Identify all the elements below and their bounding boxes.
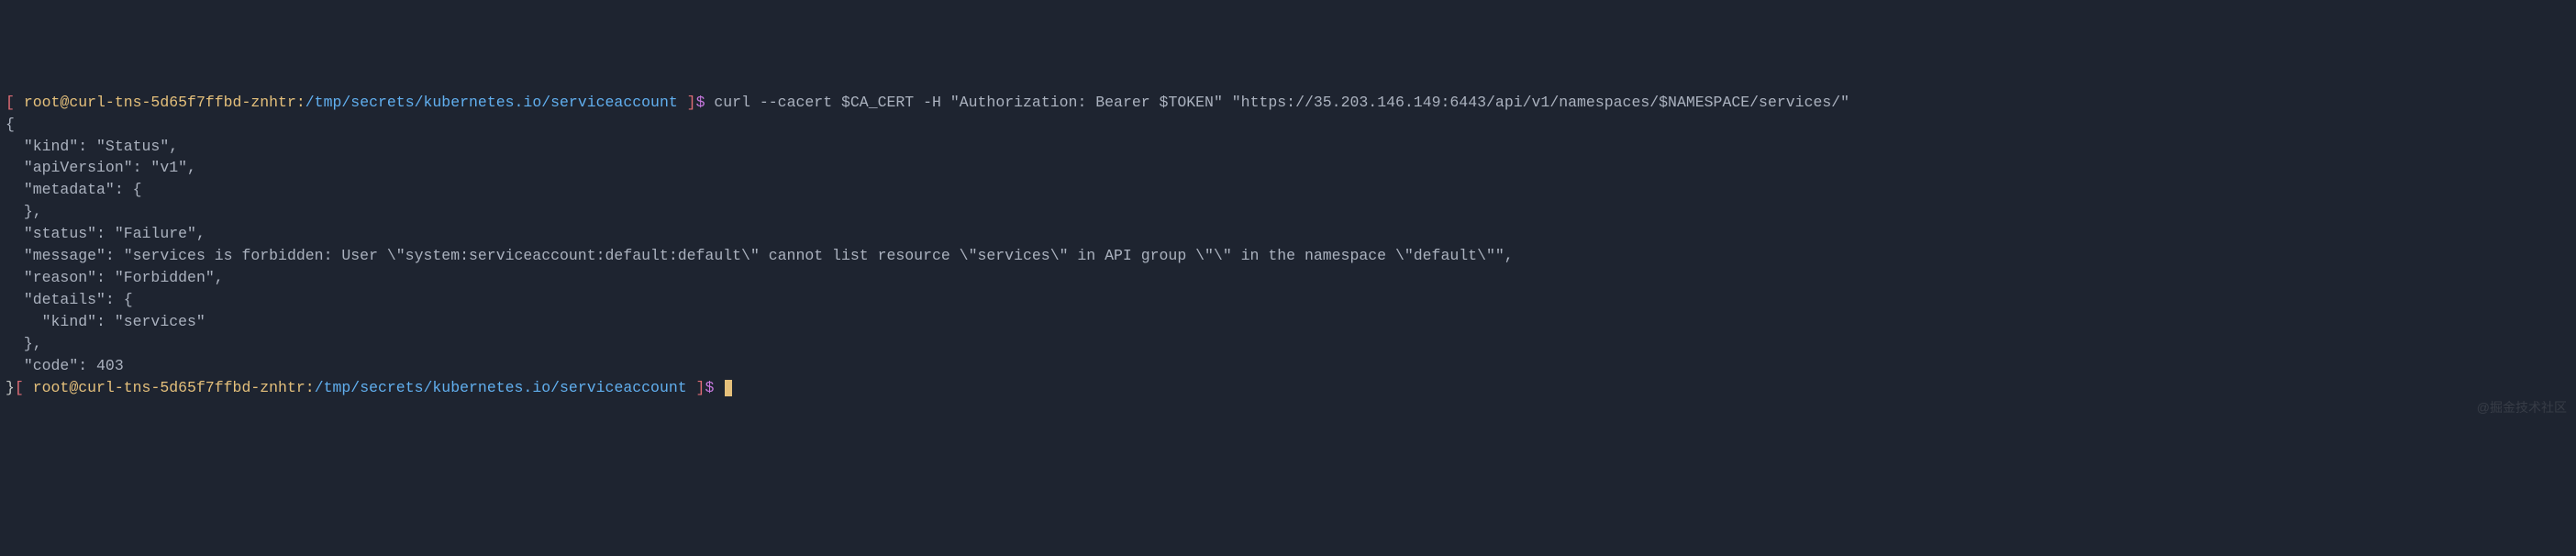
output-line: "metadata": { [6, 179, 2570, 201]
output-line: "status": "Failure", [6, 223, 2570, 245]
colon: : [296, 94, 305, 111]
prompt-line-2: [ root@curl-tns-5d65f7ffbd-znhtr:/tmp/se… [15, 379, 732, 396]
cursor [725, 380, 732, 396]
cwd-path: /tmp/secrets/kubernetes.io/serviceaccoun… [305, 94, 678, 111]
colon: : [305, 379, 315, 396]
output-line: "kind": "Status", [6, 136, 2570, 158]
output-line: "reason": "Forbidden", [6, 267, 2570, 289]
prompt-dollar: $ [705, 379, 723, 396]
user-host: root@curl-tns-5d65f7ffbd-znhtr [33, 379, 305, 396]
cwd-path: /tmp/secrets/kubernetes.io/serviceaccoun… [315, 379, 687, 396]
output-line: "code": 403 [6, 355, 2570, 377]
bracket-close: ] [687, 379, 705, 396]
prompt-dollar: $ [696, 94, 715, 111]
prompt-line-1: [ root@curl-tns-5d65f7ffbd-znhtr:/tmp/se… [6, 94, 1849, 111]
bracket-open: [ [6, 94, 24, 111]
output-line: }, [6, 201, 2570, 223]
output-line: "message": "services is forbidden: User … [6, 245, 2570, 267]
output-line: "details": { [6, 289, 2570, 311]
output-line: } [6, 379, 15, 396]
output-line: "kind": "services" [6, 311, 2570, 333]
terminal[interactable]: [ root@curl-tns-5d65f7ffbd-znhtr:/tmp/se… [6, 92, 2570, 399]
watermark: @掘金技术社区 [2477, 398, 2567, 417]
output-line: }, [6, 333, 2570, 355]
output-line: { [6, 114, 2570, 136]
output-line: "apiVersion": "v1", [6, 157, 2570, 179]
bracket-open: [ [15, 379, 33, 396]
user-host: root@curl-tns-5d65f7ffbd-znhtr [24, 94, 296, 111]
bracket-close: ] [678, 94, 696, 111]
command-text: curl --cacert $CA_CERT -H "Authorization… [714, 94, 1849, 111]
